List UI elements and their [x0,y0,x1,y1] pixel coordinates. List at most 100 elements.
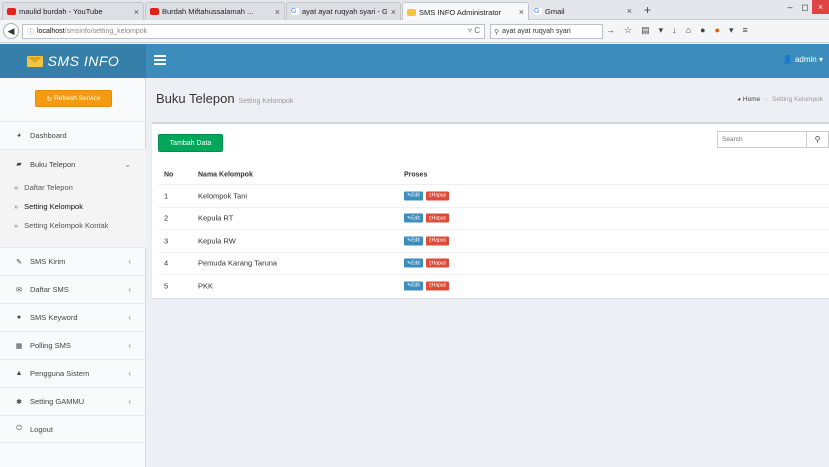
browser-search-box[interactable]: ⚲ ayat ayat ruqyah syari [490,24,603,39]
close-icon[interactable]: × [275,7,280,17]
user-icon: 👤 [782,55,793,64]
book-icon: ▰ [16,161,22,168]
delete-button[interactable]: ▯ Hapus [425,191,450,201]
reload-icon[interactable]: ▿ C [468,26,480,35]
delete-label: Hapus [431,215,447,222]
sidebar-item-buku-telepon[interactable]: ▰ Buku Telepon ⌄ » Daftar Telepon » Settin… [0,149,146,247]
delete-button[interactable]: ▯ Hapus [425,213,450,223]
edit-button[interactable]: ✎ Edit [404,281,423,291]
chat-icon[interactable]: ● [700,25,705,36]
breadcrumb: ◕ Home › Setting Kelompok [737,96,823,103]
row-no: 1 [164,191,169,201]
pocket-icon[interactable]: ▾ [659,25,664,36]
sidebar-item-setting-gammu[interactable]: ✱ Setting GAMMU ‹ [0,387,146,415]
delete-button[interactable]: ▯ Hapus [425,236,450,246]
arrow-right-icon[interactable]: → [606,25,615,36]
subitem-label: Setting Kelompok Kontak [24,221,109,230]
kelompok-table: No Nama Kelompok Proses 1 Kelompok Tani … [158,165,829,297]
table-search: ⚲ [717,131,829,148]
edit-button[interactable]: ✎ Edit [404,258,423,268]
chevron-left-icon: ‹ [128,397,131,406]
edit-button[interactable]: ✎ Edit [404,213,423,223]
close-icon[interactable]: × [627,6,632,16]
sidebar-item-label: Setting GAMMU [30,397,85,406]
table-row: 1 Kelompok Tani ✎ Edit ▯ Hapus [158,184,829,207]
sidebar-item-sms-kirim[interactable]: ✎ SMS Kirim ‹ [0,247,146,275]
minimize-icon[interactable]: – [782,0,798,14]
sidebar-item-label: Polling SMS [30,341,71,350]
address-bar[interactable]: ⓘ localhost/smsinfo/setting_kelompok ▿ C [22,24,485,39]
subitem-label: Setting Kelompok [24,202,83,211]
download-icon[interactable]: ↓ [672,25,677,36]
row-name: Kepula RT [198,213,234,223]
search-icon[interactable]: ⚲ [806,132,828,147]
bookmark-star-icon[interactable]: ☆ [624,25,632,36]
delete-label: Hapus [431,192,447,199]
search-input[interactable] [718,132,806,147]
addon-icon[interactable]: ● [715,25,720,36]
subitem-label: Daftar Telepon [24,183,73,192]
dropdown-icon[interactable]: ▾ [729,25,734,36]
table-row: 5 PKK ✎ Edit ▯ Hapus [158,274,829,297]
sidebar-item-sms-keyword[interactable]: ● SMS Keyword ‹ [0,303,146,331]
hamburger-icon[interactable] [154,55,166,65]
sidebar-subitem-daftar-telepon[interactable]: » Daftar Telepon [14,183,73,192]
delete-label: Hapus [431,260,447,267]
close-icon[interactable]: × [391,7,396,17]
sidebar-item-dashboard[interactable]: ◕ Dashboard [0,121,146,149]
sidebar-item-logout[interactable]: ⏻ Logout [0,415,146,443]
reader-icon[interactable]: ▤ [641,25,650,36]
page-subtitle: Setting Kelompok [238,98,294,105]
maximize-icon[interactable]: ◻ [798,0,812,14]
user-menu[interactable]: 👤 admin ▾ [783,55,823,64]
new-tab-icon[interactable]: + [644,3,651,17]
table-row: 3 Kepula RW ✎ Edit ▯ Hapus [158,229,829,252]
caret-down-icon: ▾ [818,55,823,64]
edit-button[interactable]: ✎ Edit [404,236,423,246]
sidebar-item-label: Dashboard [30,131,67,140]
row-no: 5 [164,281,169,291]
sidebar-subitem-setting-kelompok[interactable]: » Setting Kelompok [14,202,83,211]
sidebar-item-label: Pengguna Sistem [30,369,90,378]
browser-tab[interactable]: Burdah Miftahussalamah ... × [145,2,285,20]
refresh-label: Refresh Service [54,95,101,102]
tab-label: Burdah Miftahussalamah ... [162,7,254,16]
close-icon[interactable]: × [519,7,524,17]
table-row: 2 Kepula RT ✎ Edit ▯ Hapus [158,206,829,230]
brand-logo[interactable]: SMS INFO [0,44,146,78]
delete-button[interactable]: ▯ Hapus [425,258,450,268]
browser-tab-bar: maulid burdah - YouTube × Burdah Miftahu… [0,0,829,21]
browser-tab[interactable]: G Gmail × [530,2,636,20]
column-header-no: No [164,171,174,178]
sidebar-item-polling-sms[interactable]: ▦ Polling SMS ‹ [0,331,146,359]
browser-tab-active[interactable]: SMS INFO Administrator × [402,2,529,21]
browser-tab[interactable]: G ayat ayat ruqyah syari - G... × [286,2,401,20]
sidebar-item-pengguna-sistem[interactable]: ▲ Pengguna Sistem ‹ [0,359,146,387]
add-data-button[interactable]: Tambah Data [158,134,223,152]
browser-tab[interactable]: maulid burdah - YouTube × [2,2,144,20]
table-header: No Nama Kelompok Proses [158,165,829,184]
row-no: 4 [164,258,169,268]
chevron-left-icon: ‹ [128,257,131,266]
power-icon: ⏻ [16,425,22,432]
back-icon[interactable]: ◀ [3,23,19,39]
close-window-icon[interactable]: × [812,0,829,14]
row-no: 2 [164,213,169,223]
dashboard-icon: ◕ [737,96,742,103]
home-icon[interactable]: ⌂ [686,25,691,36]
envelope-icon [407,8,416,16]
sidebar-item-daftar-sms[interactable]: ✉ Daftar SMS ‹ [0,275,146,303]
refresh-service-button[interactable]: ↻ Refresh Service [35,90,112,107]
browser-nav-bar: ◀ ⓘ localhost/smsinfo/setting_kelompok ▿… [0,20,829,43]
tab-label: SMS INFO Administrator [419,7,502,17]
close-icon[interactable]: × [134,7,139,17]
breadcrumb-home[interactable]: Home [743,96,760,103]
edit-button[interactable]: ✎ Edit [404,191,423,201]
envelope-icon [26,55,43,67]
row-name: Pemuda Karang Taruna [198,258,278,268]
breadcrumb-separator: › [765,96,768,103]
sidebar-subitem-setting-kelompok-kontak[interactable]: » Setting Kelompok Kontak [14,221,108,230]
delete-button[interactable]: ▯ Hapus [425,281,450,291]
menu-icon[interactable]: ≡ [742,25,747,36]
sidebar-item-label: Logout [30,424,53,434]
